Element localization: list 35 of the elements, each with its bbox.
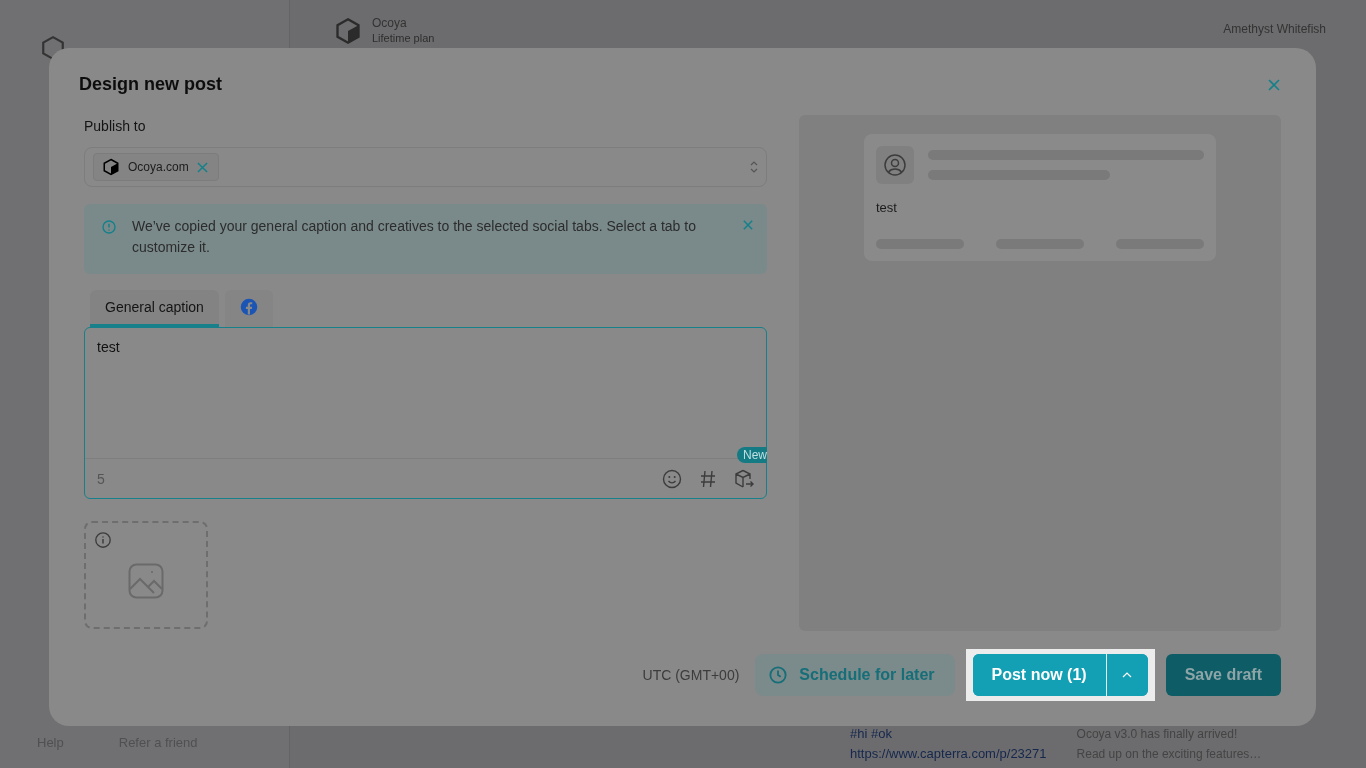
save-draft-button[interactable]: Save draft	[1165, 654, 1281, 696]
dropdown-button[interactable]	[1105, 654, 1148, 696]
preview-caption: test	[876, 200, 898, 215]
user-name: Amethyst Whitefish	[1223, 22, 1326, 36]
field-label: Publish to	[84, 118, 147, 134]
dismiss-button[interactable]	[743, 220, 753, 230]
schedule-button[interactable]: Schedule for later	[755, 654, 955, 696]
notice-text: We’ve copied your general caption and creatives to the selected social tabs. Select a tab to customize it.	[132, 217, 697, 257]
hashtag-button[interactable]	[700, 469, 716, 488]
account-logo-icon	[102, 158, 120, 176]
caption-tab[interactable]	[224, 290, 273, 327]
caption-tab[interactable]: General caption	[90, 290, 219, 327]
media-upload-area[interactable]	[84, 521, 208, 629]
info-icon	[102, 220, 116, 234]
dialog-title: Design new post	[79, 74, 222, 95]
caret-icon	[1122, 672, 1133, 678]
account-select[interactable]: Ocoya.com	[84, 147, 767, 187]
new-badge: New	[737, 447, 767, 463]
facebook-icon	[239, 298, 258, 316]
box-arrow-button[interactable]	[734, 468, 754, 489]
image-icon	[128, 563, 164, 599]
sort-icon	[750, 160, 758, 174]
info-icon	[94, 531, 112, 549]
account-name: Ocoya.com	[128, 160, 189, 174]
post-link[interactable]: https://www.capterra.com/p/23271	[850, 744, 1047, 764]
workspace-plan: Lifetime plan	[372, 31, 435, 46]
emoji-button[interactable]	[662, 468, 682, 489]
avatar-icon	[876, 146, 914, 184]
workspace-logo-icon	[334, 16, 362, 46]
clock-icon	[769, 666, 788, 684]
timezone-label: UTC (GMT+00)	[642, 667, 740, 683]
close-button[interactable]	[1267, 77, 1281, 92]
workspace-name: Ocoya	[372, 16, 408, 31]
post-hashtags: #hi #ok	[850, 725, 893, 743]
remove-button[interactable]	[196, 161, 208, 173]
